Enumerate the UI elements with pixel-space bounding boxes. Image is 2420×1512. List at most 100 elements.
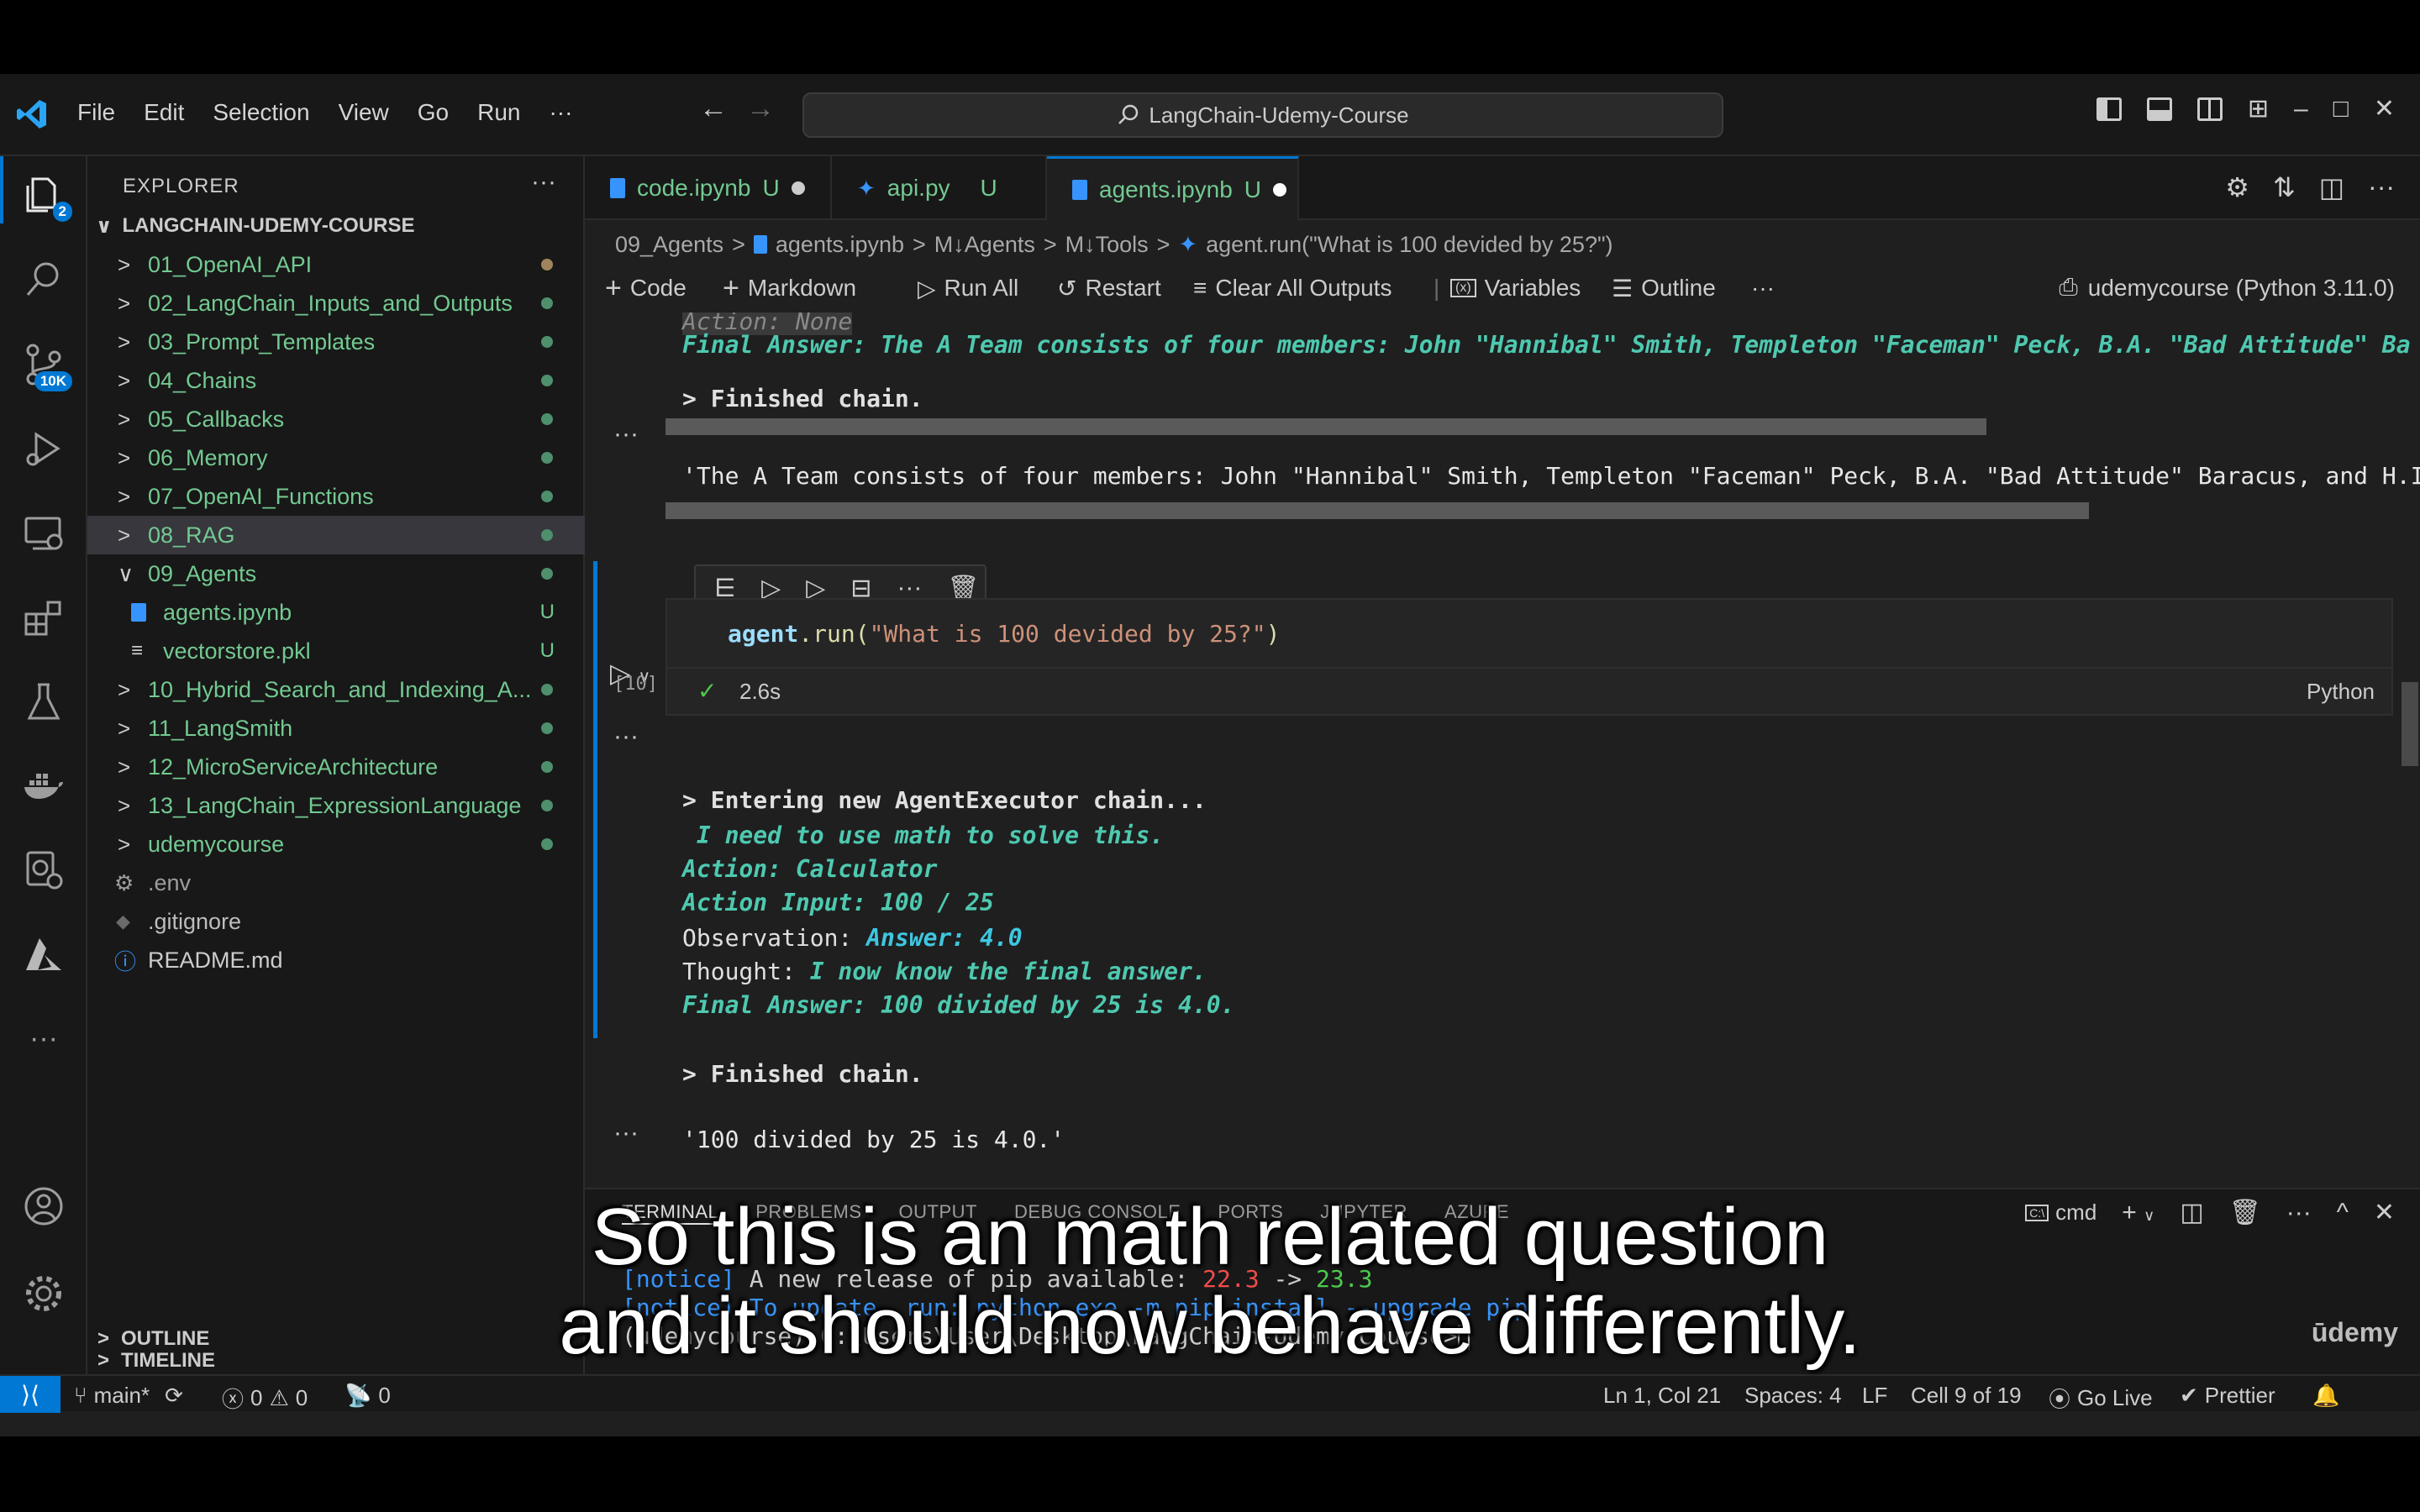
breadcrumb-section-agents[interactable]: M↓Agents bbox=[934, 232, 1035, 258]
tree-folder-01[interactable]: >01_OpenAI_API bbox=[87, 245, 585, 284]
tree-file-gitignore[interactable]: ◆ .gitignore bbox=[87, 902, 585, 941]
tree-folder-09[interactable]: ∨ 09_Agents bbox=[87, 554, 585, 593]
tree-folder-11[interactable]: >11_LangSmith bbox=[87, 709, 585, 748]
command-center-search[interactable]: LangChain-Udemy-Course bbox=[802, 92, 1723, 138]
toggle-panel-icon[interactable] bbox=[2146, 97, 2172, 121]
outline-button[interactable]: ☰ Outline bbox=[1612, 275, 1716, 302]
breadcrumb-folder[interactable]: 09_Agents bbox=[615, 232, 723, 258]
run-all-button[interactable]: ▷ Run All bbox=[918, 275, 1018, 302]
testing-flask-icon[interactable] bbox=[18, 677, 69, 727]
toolbar-more-button[interactable]: ··· bbox=[1751, 275, 1775, 302]
explorer-icon[interactable]: 2 bbox=[18, 170, 72, 222]
go-live-button[interactable]: ⦿ Go Live bbox=[2049, 1383, 2153, 1414]
tree-folder-03[interactable]: >03_Prompt_Templates bbox=[87, 323, 585, 361]
source-control-icon[interactable]: 10K bbox=[18, 339, 72, 391]
code-cell[interactable]: agent.run("What is 100 devided by 25?") … bbox=[666, 598, 2393, 716]
docker-icon[interactable] bbox=[18, 761, 69, 811]
extensions-icon[interactable] bbox=[18, 593, 69, 643]
tree-folder-04[interactable]: >04_Chains bbox=[87, 361, 585, 400]
vertical-scrollbar[interactable] bbox=[2402, 682, 2418, 766]
toggle-sidebar-icon[interactable] bbox=[2096, 97, 2122, 121]
cell-source[interactable]: agent.run("What is 100 devided by 25?") bbox=[728, 620, 1280, 648]
output-prev-finished: > Finished chain. bbox=[682, 385, 923, 412]
cursor-position[interactable]: Ln 1, Col 21 bbox=[1603, 1383, 1721, 1409]
thought-label: Thought: bbox=[682, 958, 810, 985]
ports-indicator[interactable]: 📡 0 bbox=[345, 1383, 391, 1409]
toggle-secondary-sidebar-icon[interactable] bbox=[2196, 97, 2223, 121]
indentation[interactable]: Spaces: 4 bbox=[1744, 1383, 1842, 1409]
git-status-dot bbox=[541, 529, 553, 541]
minimize-icon[interactable]: – bbox=[2294, 95, 2308, 123]
tree-folder-02[interactable]: >02_LangChain_Inputs_and_Outputs bbox=[87, 284, 585, 323]
clear-outputs-button[interactable]: ≡ Clear All Outputs bbox=[1193, 275, 1392, 302]
cell-indicator[interactable]: Cell 9 of 19 bbox=[1911, 1383, 2022, 1409]
notifications-bell-icon[interactable]: 🔔 bbox=[2312, 1383, 2339, 1409]
close-icon[interactable]: ✕ bbox=[2374, 94, 2395, 123]
breadcrumb-section-tools[interactable]: M↓Tools bbox=[1065, 232, 1149, 258]
remote-explorer-icon[interactable] bbox=[18, 509, 69, 559]
workspace-root-folder[interactable]: ∨ LANGCHAIN-UDEMY-COURSE bbox=[87, 208, 585, 244]
restart-button[interactable]: ↺ Restart bbox=[1057, 275, 1161, 302]
unsaved-dot-icon[interactable] bbox=[791, 181, 805, 195]
menu-view[interactable]: View bbox=[339, 99, 389, 126]
customize-layout-icon[interactable]: ⊞ bbox=[2248, 94, 2269, 123]
tree-folder-08[interactable]: >08_RAG bbox=[87, 516, 585, 554]
cell-language[interactable]: Python bbox=[2307, 679, 2375, 705]
menu-edit[interactable]: Edit bbox=[144, 99, 184, 126]
explorer-title: EXPLORER bbox=[123, 175, 239, 197]
tab-api-py[interactable]: ✦ api.py U bbox=[832, 156, 1047, 220]
kernel-icon: ⎙ bbox=[2059, 274, 2078, 300]
tab-agents-ipynb[interactable]: agents.ipynb U bbox=[1047, 156, 1299, 220]
maximize-icon[interactable]: □ bbox=[2333, 95, 2349, 123]
problems-indicator[interactable]: ⓧ 0 ⚠ 0 bbox=[222, 1383, 308, 1414]
menu-file[interactable]: File bbox=[77, 99, 115, 126]
explorer-more-button[interactable]: ··· bbox=[531, 168, 556, 197]
more-actions-icon[interactable]: ··· bbox=[2368, 171, 2395, 203]
output-horizontal-scrollbar[interactable] bbox=[666, 418, 1986, 435]
git-status-dot bbox=[541, 336, 553, 348]
unsaved-dot-icon[interactable] bbox=[1273, 182, 1287, 197]
prettier-button[interactable]: ✔ Prettier bbox=[2180, 1383, 2275, 1409]
tree-file-agents[interactable]: agents.ipynb U bbox=[87, 593, 585, 632]
tree-file-readme[interactable]: ⓘ README.md bbox=[87, 941, 585, 979]
settings-gear-icon[interactable]: ⚙ bbox=[2225, 171, 2249, 203]
menu-selection[interactable]: Selection bbox=[213, 99, 309, 126]
menu-go[interactable]: Go bbox=[418, 99, 449, 126]
tab-code-ipynb[interactable]: code.ipynb U bbox=[585, 156, 832, 220]
tree-folder-10[interactable]: >10_Hybrid_Search_and_Indexing_A... bbox=[87, 670, 585, 709]
run-debug-icon[interactable] bbox=[18, 423, 69, 474]
back-arrow-icon[interactable]: ← bbox=[699, 92, 728, 125]
more-views-icon[interactable]: ··· bbox=[18, 1013, 69, 1063]
azure-icon[interactable] bbox=[18, 931, 69, 981]
tree-folder-06[interactable]: >06_Memory bbox=[87, 438, 585, 477]
variables-button[interactable]: (x) Variables bbox=[1450, 275, 1581, 302]
end-of-line[interactable]: LF bbox=[1862, 1383, 1887, 1409]
tree-folder-05[interactable]: >05_Callbacks bbox=[87, 400, 585, 438]
tree-folder-udemycourse[interactable]: > udemycourse bbox=[87, 825, 585, 864]
kernel-picker[interactable]: ⎙ udemycourse (Python 3.11.0) bbox=[2059, 274, 2395, 302]
tree-folder-12[interactable]: >12_MicroServiceArchitecture bbox=[87, 748, 585, 786]
compare-changes-icon[interactable]: ⇅ bbox=[2273, 171, 2296, 203]
split-editor-icon[interactable]: ◫ bbox=[2319, 171, 2344, 203]
menu-run[interactable]: Run bbox=[477, 99, 520, 126]
git-branch[interactable]: ⑂ main* ⟳ bbox=[74, 1383, 183, 1409]
jupyter-extension-icon[interactable] bbox=[18, 845, 69, 895]
remote-indicator-icon[interactable]: ⟩⟨ bbox=[0, 1376, 60, 1413]
output-more-icon[interactable]: ··· bbox=[613, 420, 639, 449]
output-more-icon[interactable]: ··· bbox=[613, 1119, 639, 1147]
add-code-cell-button[interactable]: + Code bbox=[605, 272, 687, 305]
output-more-icon[interactable]: ··· bbox=[613, 722, 639, 751]
search-activity-icon[interactable] bbox=[18, 254, 69, 304]
breadcrumb-file[interactable]: agents.ipynb bbox=[776, 232, 904, 258]
breadcrumb-cell[interactable]: agent.run("What is 100 devided by 25?") bbox=[1206, 232, 1612, 258]
forward-arrow-icon[interactable]: → bbox=[746, 92, 775, 125]
menu-more[interactable]: ··· bbox=[549, 99, 572, 126]
output-horizontal-scrollbar[interactable] bbox=[666, 502, 2089, 519]
git-status-dot bbox=[541, 297, 553, 309]
tree-file-env[interactable]: ⚙ .env bbox=[87, 864, 585, 902]
status-bar: ⟩⟨ ⑂ main* ⟳ ⓧ 0 ⚠ 0 📡 0 Ln 1, Col 21 Spaces: … bbox=[0, 1374, 2420, 1414]
add-markdown-cell-button[interactable]: + Markdown bbox=[723, 272, 856, 305]
tree-file-vectorstore[interactable]: ≡ vectorstore.pkl U bbox=[87, 632, 585, 670]
tree-folder-13[interactable]: >13_LangChain_ExpressionLanguage bbox=[87, 786, 585, 825]
tree-folder-07[interactable]: >07_OpenAI_Functions bbox=[87, 477, 585, 516]
